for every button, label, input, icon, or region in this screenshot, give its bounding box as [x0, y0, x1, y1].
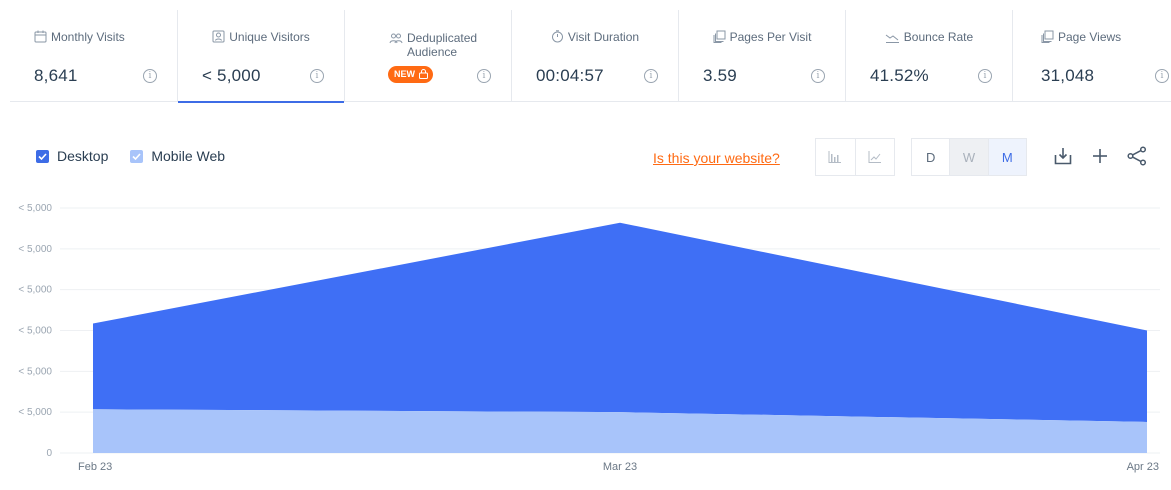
y-tick-label: < 5,000: [18, 244, 52, 255]
granularity-toggle: D W M: [911, 138, 1027, 176]
bar-chart-icon: [828, 151, 842, 163]
bar-chart-button[interactable]: [816, 139, 855, 175]
info-icon[interactable]: i: [477, 69, 491, 83]
stopwatch-icon: [551, 30, 564, 46]
metric-tab-page-views[interactable]: Page Views 31,048 i: [1013, 10, 1171, 102]
chart-actions: [1052, 145, 1163, 167]
metric-tabs: Monthly Visits 8,641 i Unique Visitors <…: [10, 10, 1171, 103]
metric-label: Unique Visitors: [229, 30, 310, 44]
metric-tab-deduplicated-audience[interactable]: Deduplicated Audience NEW i: [345, 10, 512, 102]
info-icon[interactable]: i: [143, 69, 157, 83]
metric-label: Visit Duration: [567, 30, 640, 44]
share-icon: [1127, 146, 1147, 166]
legend-label: Mobile Web: [151, 148, 226, 164]
metric-tab-visit-duration[interactable]: Visit Duration 00:04:57 i: [512, 10, 679, 102]
traffic-area-chart: 0 < 5,000 < 5,000 < 5,000 < 5,000 < 5,000 < 5,…: [18, 203, 1160, 473]
info-icon[interactable]: i: [644, 69, 658, 83]
checkbox-checked-icon[interactable]: [36, 149, 49, 163]
y-tick-label: < 5,000: [18, 407, 52, 418]
metric-label: Bounce Rate: [903, 30, 974, 44]
granularity-day[interactable]: D: [912, 139, 949, 175]
info-icon[interactable]: i: [310, 69, 324, 83]
metric-label: Page Views: [1058, 30, 1122, 44]
line-chart-button[interactable]: [854, 139, 895, 175]
metric-label: Monthly Visits: [51, 30, 125, 44]
people-icon: [389, 33, 403, 47]
legend-mobile-web[interactable]: Mobile Web: [130, 148, 225, 164]
x-axis-labels: Feb 23 Mar 23 Apr 23: [78, 461, 1159, 473]
y-tick-label: < 5,000: [18, 326, 52, 337]
granularity-month[interactable]: M: [987, 139, 1026, 175]
metric-value: 3.59: [703, 66, 737, 85]
pages-icon: [1041, 30, 1054, 46]
info-icon[interactable]: i: [1155, 69, 1169, 83]
legend-label: Desktop: [57, 148, 109, 164]
legend-desktop[interactable]: Desktop: [36, 148, 108, 164]
new-badge: NEW: [388, 66, 433, 83]
info-icon[interactable]: i: [811, 69, 825, 83]
y-tick-label: < 5,000: [18, 285, 52, 296]
metric-tab-unique-visitors[interactable]: Unique Visitors < 5,000 i: [178, 10, 345, 103]
metric-value: 41.52%: [870, 66, 929, 85]
chart-areas: [93, 222, 1147, 453]
y-tick-label: < 5,000: [18, 203, 52, 214]
add-to-dashboard-button[interactable]: [1089, 145, 1111, 167]
metric-label: Deduplicated Audience: [407, 31, 478, 59]
chart-type-toggle: [815, 138, 895, 176]
checkbox-checked-icon[interactable]: [130, 149, 144, 163]
user-card-icon: [212, 30, 225, 46]
download-button[interactable]: [1052, 145, 1074, 167]
pages-icon: [713, 30, 726, 46]
chart-legend: Desktop Mobile Web: [36, 148, 247, 164]
info-icon[interactable]: i: [978, 69, 992, 83]
x-tick-label: Feb 23: [78, 461, 112, 473]
calendar-icon: [34, 30, 47, 46]
metric-value: 31,048: [1041, 66, 1095, 85]
granularity-week[interactable]: W: [949, 139, 988, 175]
is-this-your-website-link[interactable]: Is this your website?: [653, 150, 780, 166]
metric-tab-pages-per-visit[interactable]: Pages Per Visit 3.59 i: [679, 10, 846, 102]
lock-icon: [419, 69, 428, 79]
metric-label: Pages Per Visit: [729, 30, 812, 44]
metric-value: 00:04:57: [536, 66, 604, 85]
y-axis-labels: 0 < 5,000 < 5,000 < 5,000 < 5,000 < 5,000 < 5,…: [18, 203, 52, 459]
x-tick-label: Mar 23: [603, 461, 637, 473]
x-tick-label: Apr 23: [1127, 461, 1159, 473]
metric-value: 8,641: [34, 66, 78, 85]
plus-icon: [1093, 149, 1107, 163]
share-button[interactable]: [1126, 145, 1148, 167]
y-tick-label: 0: [46, 448, 52, 459]
metric-tab-monthly-visits[interactable]: Monthly Visits 8,641 i: [10, 10, 178, 102]
metric-value: < 5,000: [202, 66, 261, 85]
line-chart-icon: [868, 151, 881, 163]
download-icon: [1054, 148, 1072, 165]
metric-tab-bounce-rate[interactable]: Bounce Rate 41.52% i: [846, 10, 1013, 102]
desktop-area: [93, 222, 1147, 422]
trend-down-icon: [885, 31, 900, 46]
y-tick-label: < 5,000: [18, 366, 52, 377]
